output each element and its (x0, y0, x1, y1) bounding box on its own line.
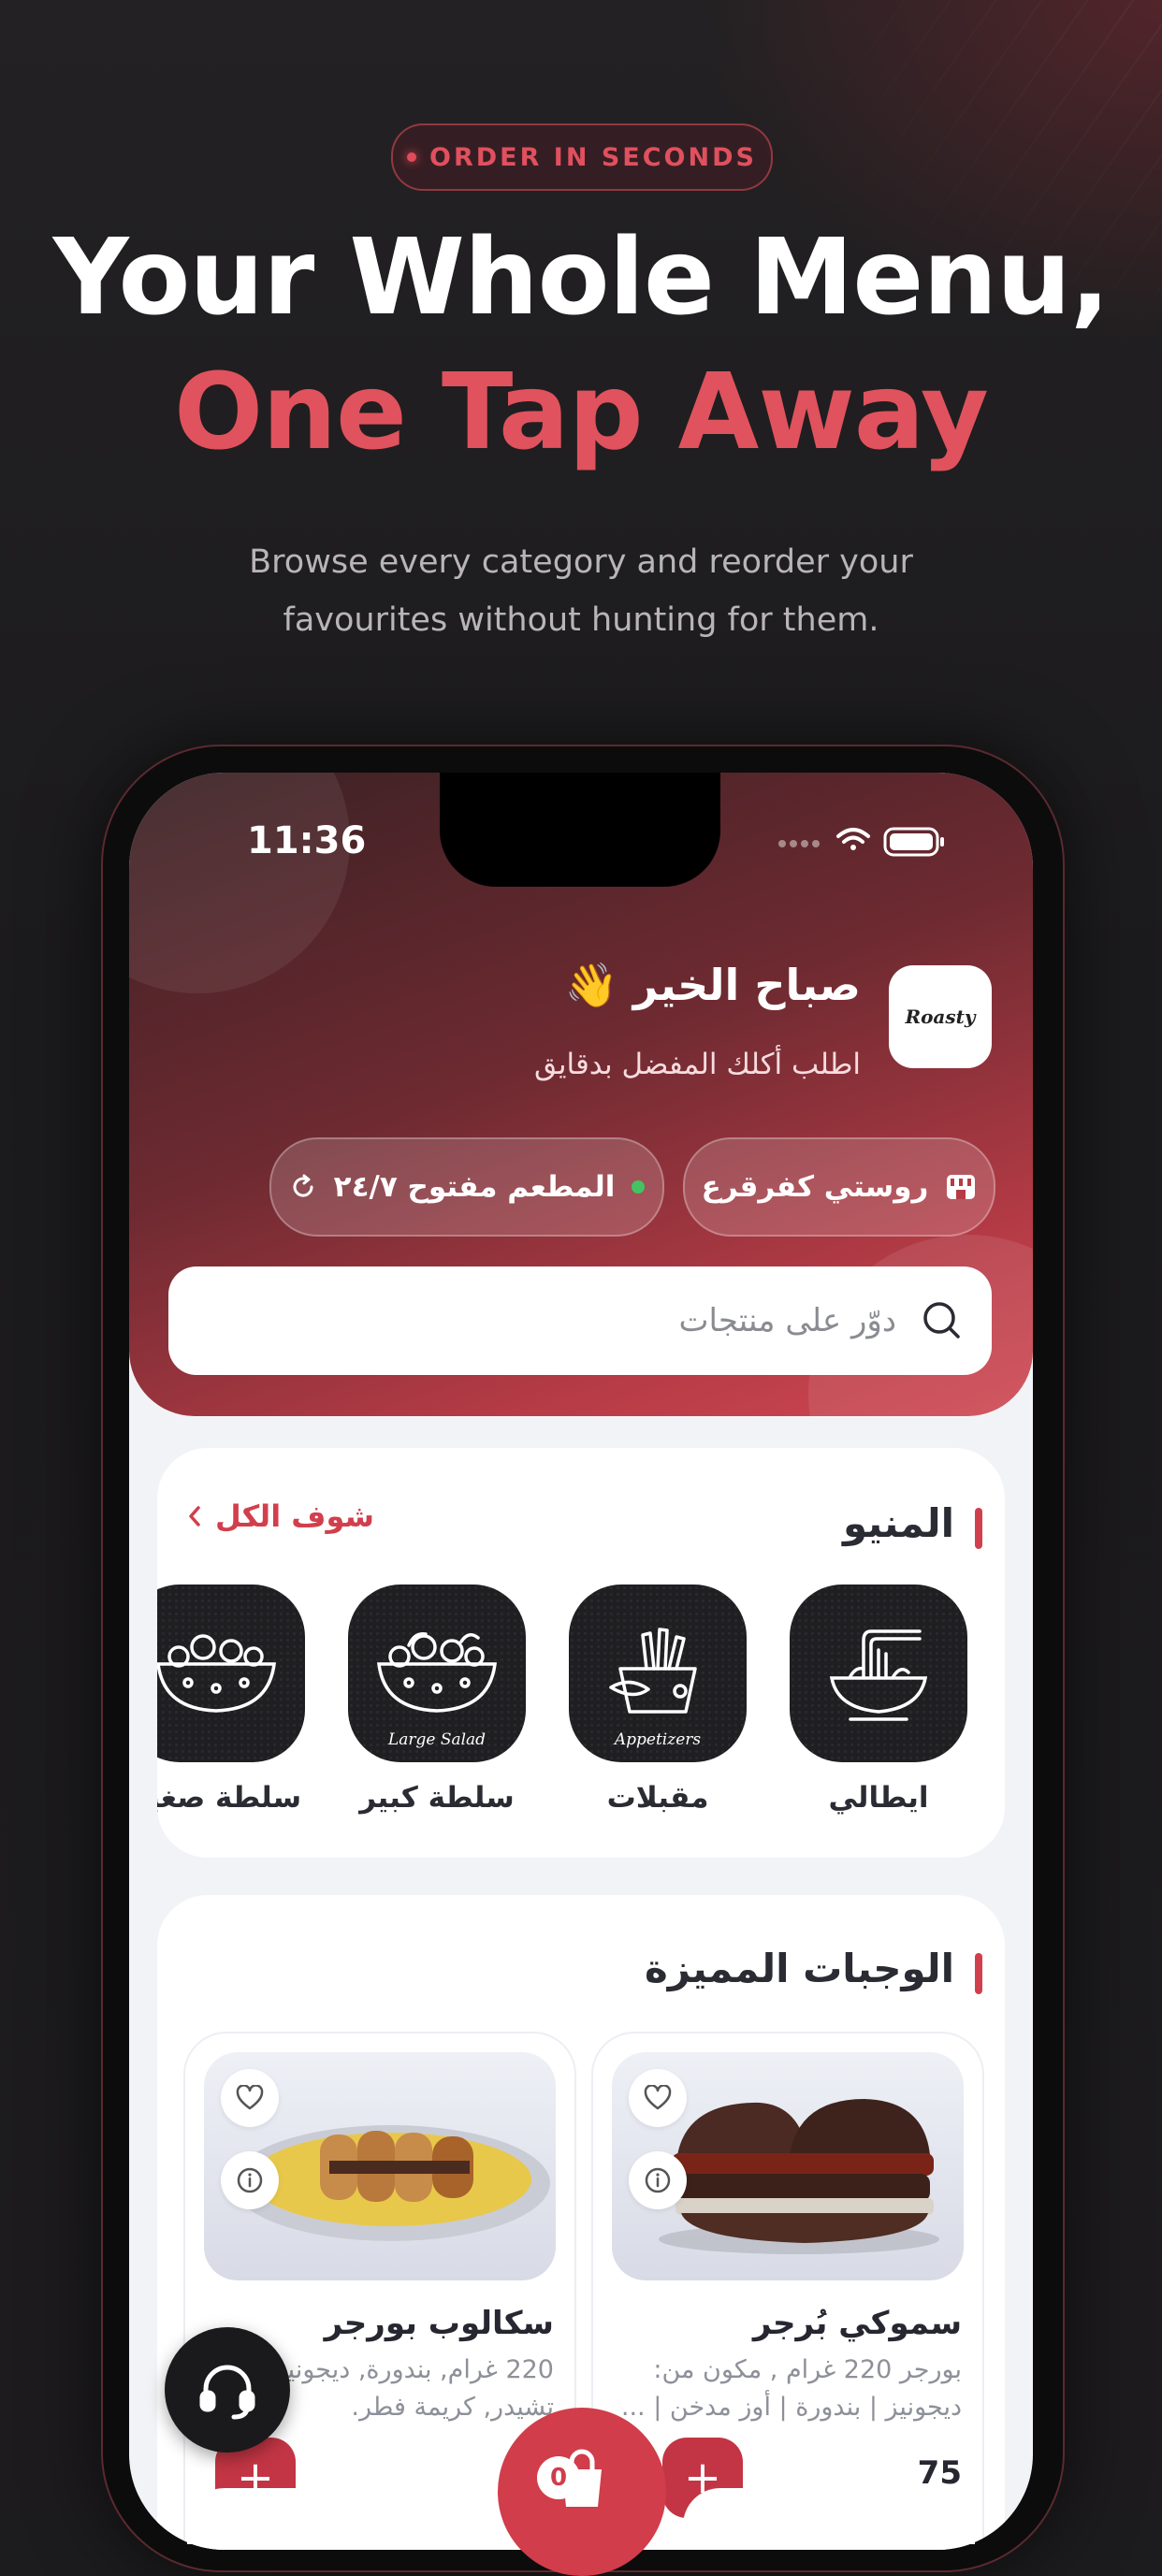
hero-badge: ORDER IN SECONDS (391, 123, 773, 191)
see-all-label: شوف الكل (215, 1498, 374, 1534)
product-name: سموكي بُرجر (752, 2305, 962, 2342)
phone-screen: 11:36 Roasty صباح الخير 👋 اطلب أكلك المف… (129, 773, 1033, 2550)
app-header: 11:36 Roasty صباح الخير 👋 اطلب أكلك المف… (129, 773, 1033, 1416)
see-all-link[interactable]: شوف الكل (185, 1498, 374, 1534)
dynamic-island (440, 773, 720, 887)
hero-subtitle-line1: Browse every category and reorder your (249, 543, 913, 581)
menu-section-title: المنيو (843, 1500, 954, 1546)
fries-icon (609, 1628, 697, 1714)
hero-title-line2: One Tap Away (174, 352, 989, 473)
status-icons (778, 827, 944, 857)
product-price: 75 (917, 2454, 962, 2492)
category-list: ايطالي Appetizers مقبلات Large Salad سلط… (157, 1585, 1005, 1837)
hero-subtitle-line2: favourites without hunting for them. (283, 601, 879, 639)
wifi-icon (836, 828, 870, 850)
store-icon (947, 1175, 976, 1199)
heart-icon (644, 2085, 672, 2110)
search-bar[interactable] (168, 1266, 992, 1375)
bottom-nav-card (683, 2488, 975, 2544)
status-time: 11:36 (247, 819, 367, 862)
category-label: ايطالي (828, 1781, 929, 1815)
category-label: سلطة صغير (157, 1781, 302, 1815)
featured-section-title: الوجبات المميزة (644, 1946, 954, 1991)
open-status-chip[interactable]: المطعم مفتوح ٢٤/٧ (269, 1137, 664, 1237)
favorite-button[interactable] (221, 2069, 279, 2127)
headset-icon (199, 2365, 255, 2420)
signal-icon (778, 840, 820, 847)
info-button[interactable] (629, 2151, 687, 2209)
category-item-italian[interactable]: ايطالي (790, 1585, 967, 1815)
info-icon (645, 2167, 671, 2193)
category-caption: Appetizers (614, 1730, 702, 1749)
badge-dot-icon (407, 152, 417, 162)
category-image: Large Salad (348, 1585, 526, 1762)
cart-count-badge: 0 (537, 2456, 580, 2499)
section-accent-bar (975, 1953, 982, 1994)
category-label: مقبلات (606, 1781, 709, 1815)
category-item-large-salad[interactable]: Large Salad سلطة كبير (348, 1585, 526, 1815)
category-label: سلطة كبير (359, 1781, 515, 1815)
category-item-appetizers[interactable]: Appetizers مقبلات (569, 1585, 747, 1815)
support-button[interactable] (165, 2327, 290, 2453)
bottom-nav-card (187, 2488, 479, 2544)
cart-button[interactable]: 0 (498, 2408, 666, 2576)
category-image: Appetizers (569, 1585, 747, 1762)
info-icon (237, 2167, 263, 2193)
restaurant-logo: Roasty (889, 965, 992, 1068)
noodles-icon (829, 1629, 928, 1721)
favorite-button[interactable] (629, 2069, 687, 2127)
greeting-subtitle: اطلب أكلك المفضل بدقايق (534, 1048, 861, 1081)
greeting-title: صباح الخير 👋 (564, 960, 861, 1010)
chevron-left-icon (189, 1506, 200, 1527)
open-status-dot-icon (632, 1180, 646, 1194)
hero-title-line1: Your Whole Menu, (52, 217, 1111, 339)
category-image (790, 1585, 967, 1762)
decorative-circle (129, 773, 350, 993)
category-image (157, 1585, 305, 1762)
refresh-icon (293, 1174, 313, 1197)
battery-icon (883, 827, 944, 857)
hero-subtitle: Browse every category and reorder your f… (0, 533, 1162, 649)
category-item-small-salad[interactable]: سلطة صغير (157, 1585, 305, 1815)
product-image (204, 2052, 556, 2280)
store-chip-label: روستي كفرقرع (701, 1170, 929, 1204)
hero-badge-label: ORDER IN SECONDS (429, 142, 757, 172)
search-input[interactable] (333, 1301, 898, 1340)
category-caption: Large Salad (387, 1730, 487, 1749)
menu-section: المنيو شوف الكل ايطالي Appetizers مقبلات… (157, 1448, 1005, 1858)
section-accent-bar (975, 1508, 982, 1549)
info-button[interactable] (221, 2151, 279, 2209)
open-chip-label: المطعم مفتوح ٢٤/٧ (333, 1170, 616, 1204)
logo-text: Roasty (905, 1006, 976, 1028)
product-name: سكالوب بورجر (324, 2305, 554, 2342)
store-selector-chip[interactable]: روستي كفرقرع (683, 1137, 995, 1237)
search-icon (923, 1302, 960, 1339)
salad-bowl-icon (377, 1632, 497, 1713)
product-description: بورجر 220 غرام , مكون من: ديجونيز | بندو… (620, 2355, 962, 2422)
heart-icon (236, 2085, 264, 2110)
product-image (612, 2052, 964, 2280)
salad-bowl-icon (157, 1634, 276, 1713)
